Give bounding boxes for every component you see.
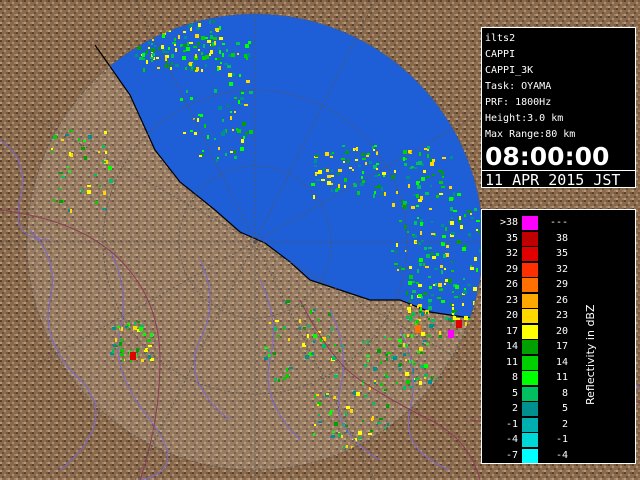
legend-high-value: 11: [555, 372, 568, 383]
legend-high-value: 26: [555, 294, 568, 306]
legend-high-value: 32: [555, 263, 568, 275]
task-label: Task: OYAMA: [485, 81, 552, 92]
legend-swatch: [522, 247, 538, 261]
observation-time: 08:00:00: [485, 142, 610, 171]
legend-high-value: 38: [555, 232, 568, 244]
info-panel: ilts2 CAPPI CAPPI_3K Task: OYAMA PRF: 18…: [481, 27, 636, 189]
legend-swatch: [522, 309, 538, 323]
legend-swatch: [522, 278, 538, 292]
legend-row: 17 20: [482, 324, 582, 340]
legend-swatch: [522, 386, 538, 401]
legend-high-value: 2: [561, 418, 568, 430]
legend-high-value: 5: [561, 403, 568, 414]
legend-swatch: [522, 293, 538, 308]
legend-low-value: 2: [511, 403, 518, 414]
legend-swatch: [522, 340, 538, 354]
legend-high-value: 20: [555, 325, 568, 337]
legend-low-value: 35: [505, 232, 518, 244]
legend-high-value: 8: [561, 387, 568, 399]
legend-swatch: [522, 417, 538, 432]
legend-low-value: 20: [505, 310, 518, 321]
legend-swatch: [522, 216, 538, 230]
product-id: CAPPI_3K: [485, 65, 534, 76]
legend-low-value: -4: [505, 434, 518, 445]
legend-low-value: 23: [505, 294, 518, 306]
legend-high-value: 17: [555, 341, 568, 352]
legend-low-value: 5: [511, 387, 518, 399]
legend-high-value: -1: [555, 434, 568, 445]
legend-row: -7 -4: [482, 448, 582, 464]
legend-swatch: [522, 433, 538, 447]
legend-swatch: [522, 371, 538, 385]
color-legend: >38 --- 35 38 32 35 29 32 26 29 23 26 20 23 17 20 14 17 11…: [481, 209, 636, 464]
legend-high-value: 35: [555, 248, 568, 259]
legend-row: -1 2: [482, 417, 582, 433]
legend-swatch: [522, 355, 538, 370]
legend-row: 23 26: [482, 293, 582, 309]
legend-high-value: ---: [549, 217, 568, 228]
prf-label: PRF: 1800Hz: [485, 97, 552, 108]
legend-low-value: 14: [505, 341, 518, 352]
legend-row: >38 ---: [482, 215, 582, 231]
height-label: Height:3.0 km: [485, 113, 564, 124]
legend-row: 14 17: [482, 339, 582, 355]
legend-row: 29 32: [482, 262, 582, 278]
legend-low-value: 26: [505, 279, 518, 290]
max-range-label: Max Range:80 km: [485, 129, 576, 140]
legend-high-value: -4: [555, 449, 568, 461]
legend-low-value: >38: [499, 217, 518, 228]
observation-date: 11 APR 2015 JST: [482, 170, 636, 189]
legend-low-value: 32: [505, 248, 518, 259]
legend-row: 8 11: [482, 370, 582, 386]
legend-high-value: 29: [555, 279, 568, 290]
legend-low-value: 29: [505, 263, 518, 275]
product-name: CAPPI: [485, 49, 516, 60]
legend-low-value: -1: [505, 418, 518, 430]
legend-low-value: 17: [505, 325, 518, 337]
legend-swatch: [522, 324, 538, 339]
legend-swatch: [522, 231, 538, 246]
legend-swatch: [522, 448, 538, 463]
legend-row: 11 14: [482, 355, 582, 371]
legend-high-value: 23: [555, 310, 568, 321]
legend-low-value: 8: [511, 372, 518, 383]
legend-swatch: [522, 262, 538, 277]
legend-low-value: 11: [505, 356, 518, 368]
legend-row: 20 23: [482, 308, 582, 324]
legend-row: 25: [482, 401, 582, 417]
legend-row: 26 29: [482, 277, 582, 293]
site-name: ilts2: [485, 33, 516, 44]
legend-low-value: -7: [505, 449, 518, 461]
legend-row: 32 35: [482, 246, 582, 262]
legend-title: Reflectivity in dBZ: [584, 304, 597, 405]
legend-swatch: [522, 402, 538, 416]
legend-row: 35 38: [482, 231, 582, 247]
legend-row: 58: [482, 386, 582, 402]
legend-high-value: 14: [555, 356, 568, 368]
legend-row: -4 -1: [482, 432, 582, 448]
